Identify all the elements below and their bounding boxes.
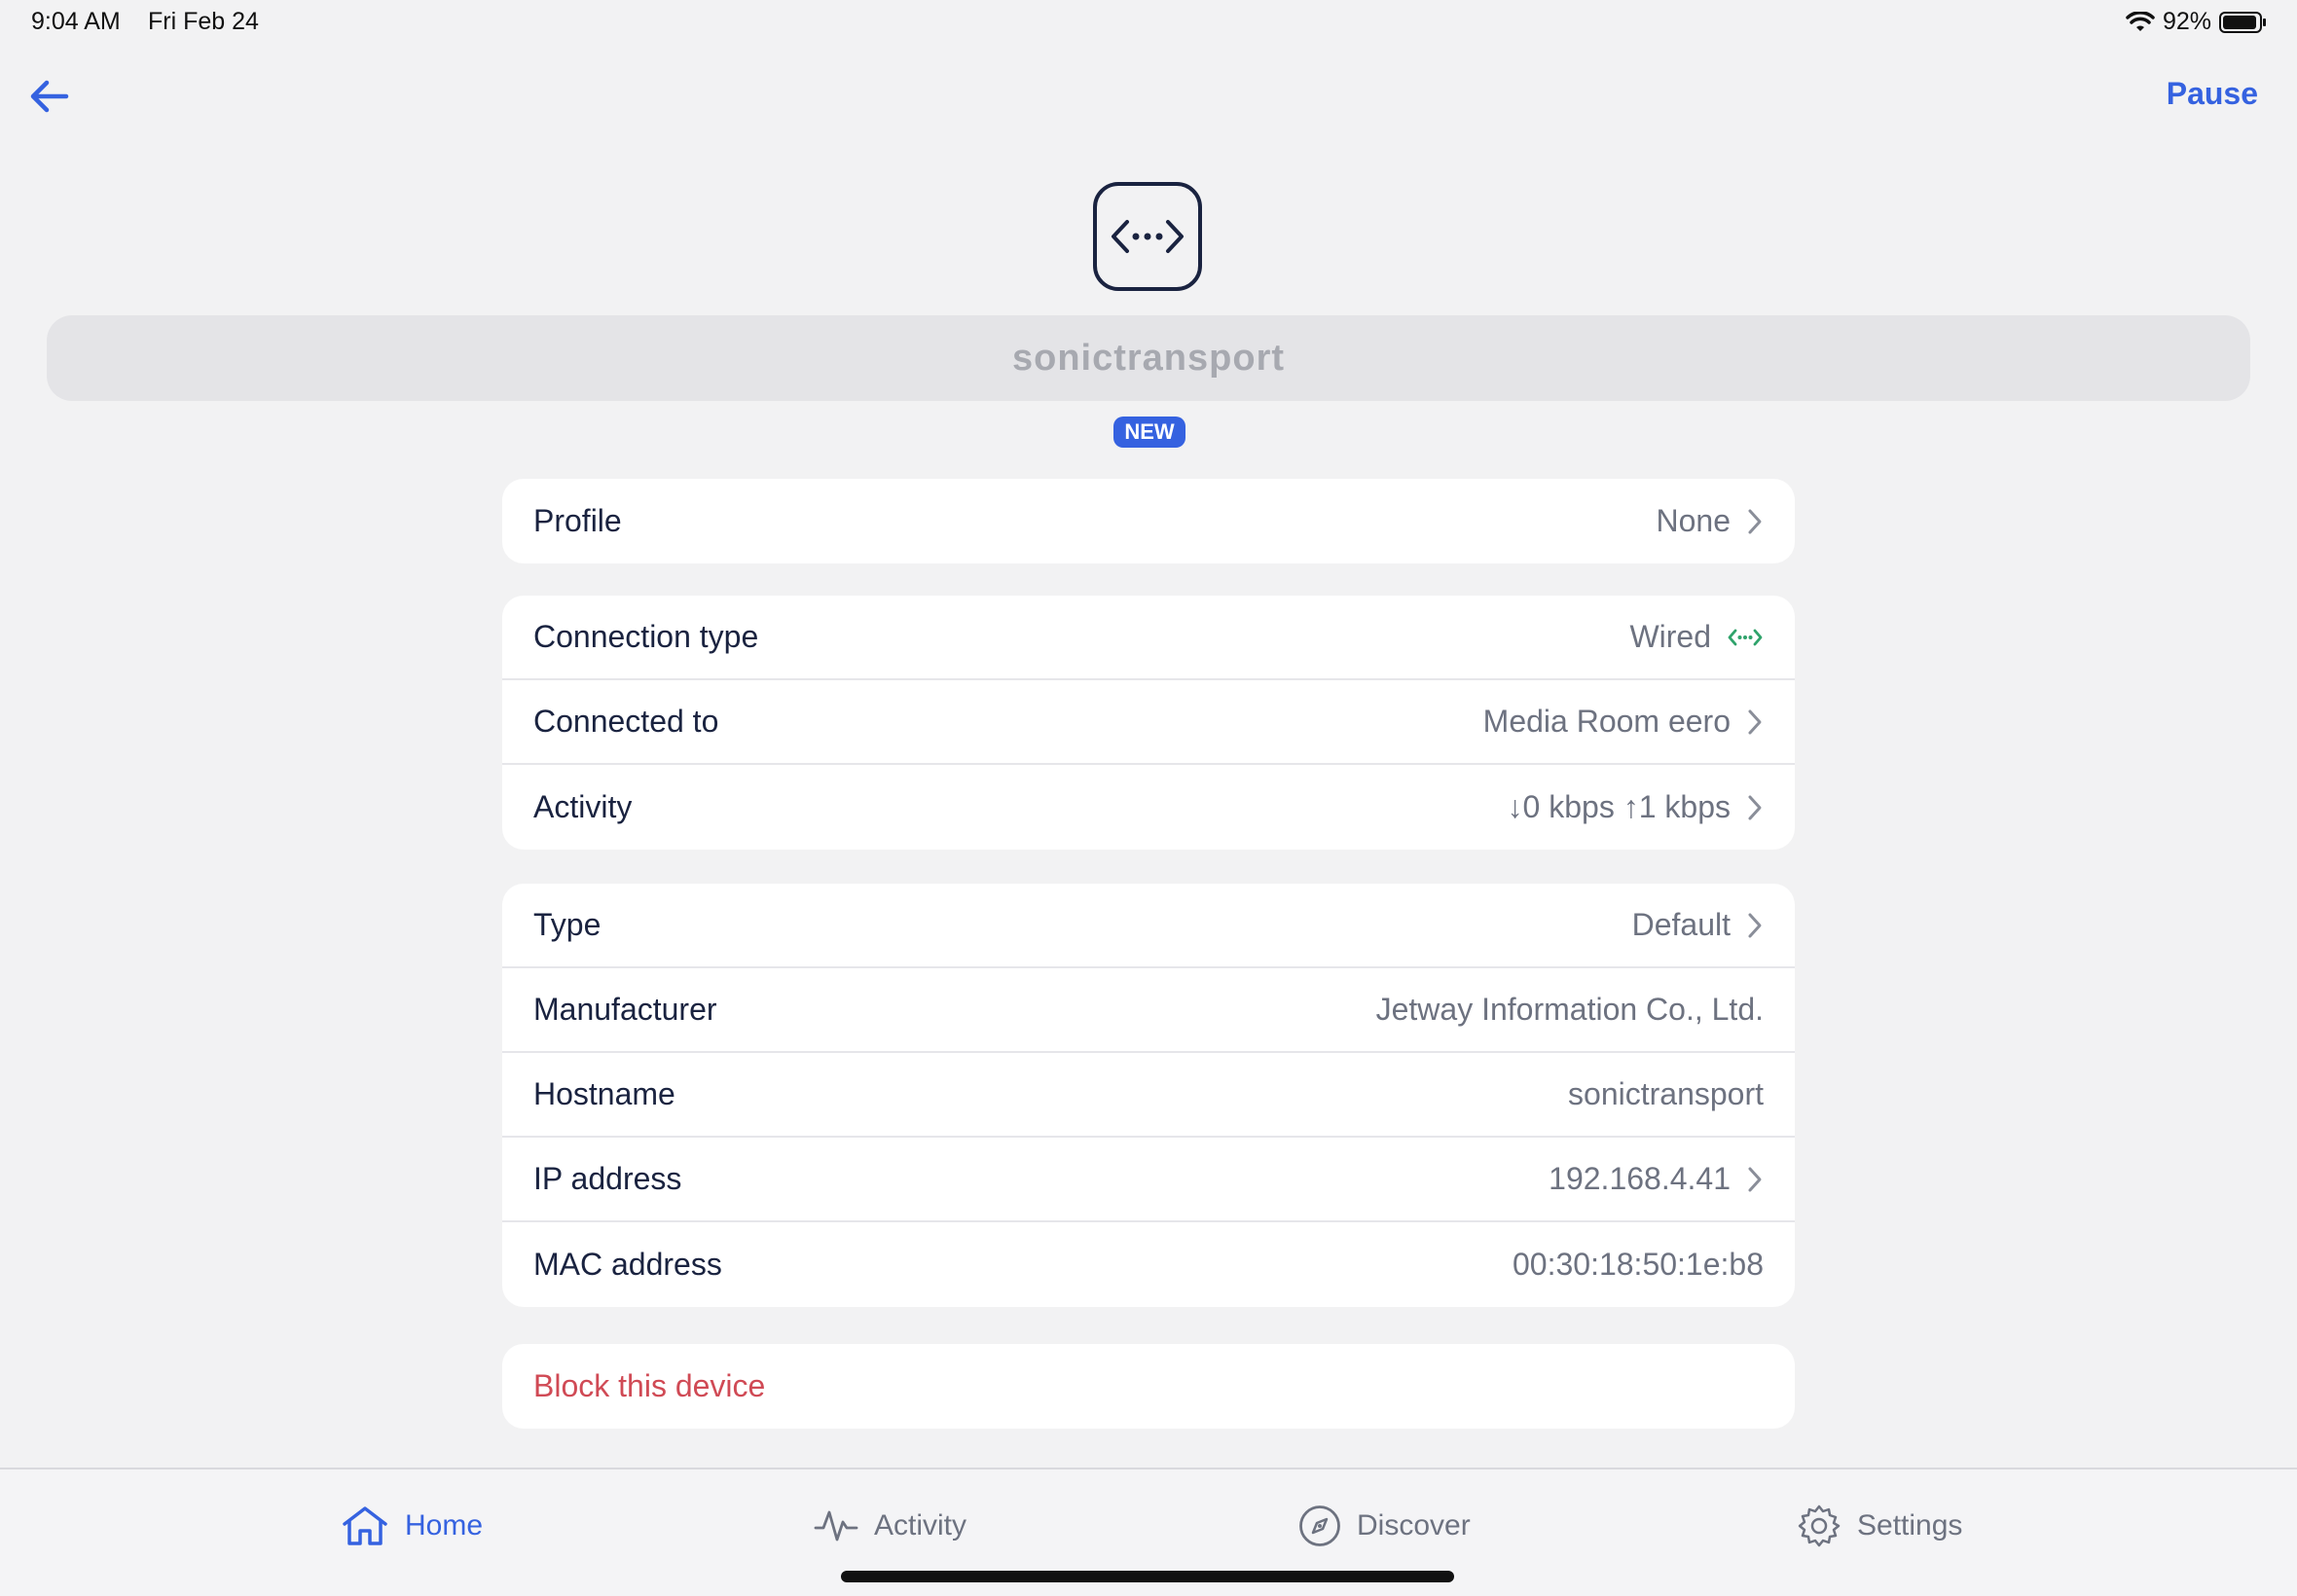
compass-icon xyxy=(1299,1505,1340,1546)
activity-row[interactable]: Activity ↓0 kbps ↑1 kbps xyxy=(502,765,1795,850)
type-label: Type xyxy=(533,907,602,942)
profile-card: Profile None xyxy=(502,479,1795,563)
connection-type-label: Connection type xyxy=(533,619,759,654)
tab-activity[interactable]: Activity xyxy=(814,1499,966,1553)
activity-pulse-icon xyxy=(814,1510,858,1542)
wired-icon xyxy=(1728,629,1763,645)
manufacturer-row: Manufacturer Jetway Information Co., Ltd… xyxy=(502,968,1795,1053)
status-bar: 9:04 AM Fri Feb 24 92% xyxy=(0,0,2297,47)
ip-address-value: 192.168.4.41 xyxy=(1549,1161,1731,1196)
mac-address-label: MAC address xyxy=(533,1247,722,1282)
device-icon xyxy=(1092,181,1203,292)
type-row[interactable]: Type Default xyxy=(502,884,1795,968)
battery-percent: 92% xyxy=(2162,8,2211,35)
tab-home[interactable]: Home xyxy=(341,1499,483,1553)
connection-card: Connection type Wired Connected to Media… xyxy=(502,596,1795,850)
tab-discover[interactable]: Discover xyxy=(1298,1499,1471,1553)
ip-address-value-group: 192.168.4.41 xyxy=(1549,1161,1764,1197)
gear-icon xyxy=(1798,1505,1841,1547)
status-time: 9:04 AM xyxy=(31,8,121,35)
tab-settings[interactable]: Settings xyxy=(1797,1499,1962,1553)
profile-value-group: None xyxy=(1657,503,1765,539)
mac-address-value: 00:30:18:50:1e:b8 xyxy=(1512,1247,1764,1282)
tab-settings-label: Settings xyxy=(1857,1509,1963,1542)
device-name-field[interactable]: sonictransport xyxy=(47,315,2250,401)
connected-to-value: Media Room eero xyxy=(1482,704,1731,739)
home-icon xyxy=(343,1506,387,1545)
chevron-right-icon xyxy=(1748,913,1762,937)
home-indicator xyxy=(841,1571,1454,1582)
pause-button[interactable]: Pause xyxy=(2167,76,2258,112)
chevron-right-icon xyxy=(1748,795,1762,819)
connection-type-value-group: Wired xyxy=(1629,619,1764,655)
tab-home-label: Home xyxy=(405,1509,484,1542)
ip-address-label: IP address xyxy=(533,1161,682,1196)
connection-type-row: Connection type Wired xyxy=(502,596,1795,680)
back-button[interactable] xyxy=(27,74,76,119)
status-right: 92% xyxy=(2126,8,2268,36)
arrow-left-icon xyxy=(30,80,69,113)
type-value-group: Default xyxy=(1632,907,1764,943)
device-name: sonictransport xyxy=(1011,337,1286,379)
activity-value-group: ↓0 kbps ↑1 kbps xyxy=(1508,789,1764,825)
hostname-row: Hostname sonictransport xyxy=(502,1053,1795,1138)
tab-discover-label: Discover xyxy=(1357,1509,1471,1542)
hostname-value: sonictransport xyxy=(1568,1076,1764,1111)
status-date: Fri Feb 24 xyxy=(148,8,259,35)
wired-connection-icon xyxy=(1093,182,1202,291)
new-badge: NEW xyxy=(1113,417,1185,448)
block-device-label: Block this device xyxy=(533,1368,766,1403)
profile-value: None xyxy=(1656,503,1732,538)
mac-address-row: MAC address 00:30:18:50:1e:b8 xyxy=(502,1222,1795,1307)
activity-label: Activity xyxy=(533,789,633,824)
connected-to-value-group: Media Room eero xyxy=(1483,704,1764,740)
hostname-label: Hostname xyxy=(533,1076,675,1111)
manufacturer-label: Manufacturer xyxy=(533,992,717,1027)
profile-label: Profile xyxy=(533,503,622,538)
wifi-icon xyxy=(2126,11,2155,31)
block-device-button[interactable]: Block this device xyxy=(502,1344,1795,1429)
activity-value: ↓0 kbps ↑1 kbps xyxy=(1507,789,1731,824)
connected-to-label: Connected to xyxy=(533,704,719,739)
manufacturer-value: Jetway Information Co., Ltd. xyxy=(1375,992,1764,1027)
ip-address-row[interactable]: IP address 192.168.4.41 xyxy=(502,1138,1795,1222)
battery-icon xyxy=(2219,11,2266,33)
chevron-right-icon xyxy=(1748,1167,1762,1191)
block-card: Block this device xyxy=(502,1344,1795,1429)
chevron-right-icon xyxy=(1748,509,1762,533)
details-card: Type Default Manufacturer Jetway Informa… xyxy=(502,884,1795,1307)
connection-type-value: Wired xyxy=(1629,619,1711,654)
profile-row[interactable]: Profile None xyxy=(502,479,1795,563)
connected-to-row[interactable]: Connected to Media Room eero xyxy=(502,680,1795,765)
chevron-right-icon xyxy=(1748,709,1762,734)
type-value: Default xyxy=(1631,907,1731,942)
device-detail-screen: 9:04 AM Fri Feb 24 92% Pause sonictransp… xyxy=(0,0,2297,1596)
tab-activity-label: Activity xyxy=(874,1509,967,1542)
